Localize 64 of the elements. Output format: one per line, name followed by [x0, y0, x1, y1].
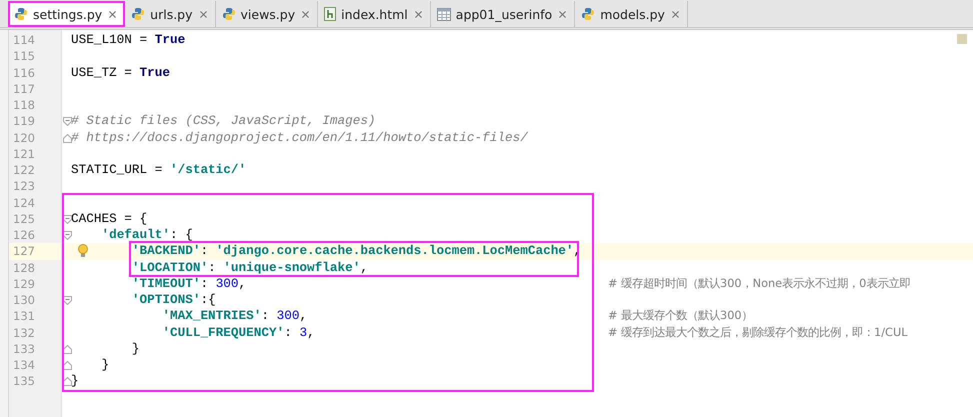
code-line: 'TIMEOUT': 300,	[132, 276, 246, 292]
close-icon[interactable]	[670, 8, 681, 20]
line-number: 132	[12, 324, 36, 341]
line-number: 120	[12, 130, 36, 146]
tab-label: app01_userinfo	[456, 6, 552, 22]
line-number: 124	[12, 194, 36, 211]
code-line: # https://docs.djangoproject.com/en/1.11/howto/static-files/	[71, 130, 528, 146]
close-icon[interactable]	[557, 8, 568, 20]
line-number: 122	[12, 162, 36, 178]
line-number: 127	[9, 243, 61, 260]
line-number: 115	[12, 48, 36, 64]
tab-label: models.py	[600, 6, 665, 22]
fold-marker-icon[interactable]	[63, 134, 72, 142]
code-comment: # 最大缓存个数（默认300）	[608, 308, 753, 324]
editor-tab[interactable]: views.py	[216, 1, 318, 27]
line-number: 128	[12, 260, 36, 276]
code-line: 'MAX_ENTRIES': 300,	[162, 308, 308, 324]
code-line: 'LOCATION': 'unique-snowflake',	[132, 260, 368, 276]
code-line: }	[101, 357, 110, 374]
html-file-icon	[324, 7, 336, 21]
code-line: }	[71, 373, 79, 390]
close-icon[interactable]	[107, 8, 118, 20]
code-line: STATIC_URL = '/static/'	[71, 162, 246, 178]
code-comment: # 缓存到达最大个数之后，剔除缓存个数的比例，即：1/CUL	[608, 324, 908, 340]
code-line: }	[132, 340, 140, 357]
python-file-icon	[222, 7, 236, 21]
python-file-icon	[581, 7, 596, 21]
line-number: 134	[12, 357, 36, 374]
line-number: 116	[12, 64, 36, 81]
line-number: 114	[12, 32, 36, 48]
code-line: USE_TZ = True	[71, 64, 170, 81]
close-icon[interactable]	[412, 8, 424, 20]
lightbulb-icon[interactable]	[78, 244, 88, 258]
line-number: 123	[12, 178, 36, 194]
line-number: 129	[12, 276, 36, 292]
line-number: 130	[12, 292, 36, 308]
line-number: 118	[12, 97, 36, 114]
line-number: 121	[12, 146, 36, 162]
code-line: CACHES = {	[71, 210, 148, 227]
editor-tab[interactable]: settings.py	[8, 1, 126, 27]
line-number: 126	[12, 227, 36, 244]
tab-label: settings.py	[33, 6, 102, 22]
line-number: 135	[12, 373, 36, 390]
line-number: 125	[12, 210, 36, 227]
code-line: USE_L10N = True	[71, 32, 186, 48]
tab-label: views.py	[240, 6, 296, 22]
table-icon	[436, 8, 451, 20]
fold-marker-icon[interactable]	[63, 117, 72, 126]
python-file-icon	[131, 7, 146, 21]
code-line: 'CULL_FREQUENCY': 3,	[162, 324, 315, 341]
line-number: 131	[12, 308, 36, 324]
line-number: 119	[12, 113, 36, 130]
tab-label: index.html	[341, 6, 408, 22]
python-file-icon	[14, 7, 28, 21]
line-number: 133	[12, 340, 36, 357]
close-icon[interactable]	[300, 8, 312, 20]
code-line: 'default': {	[101, 227, 193, 244]
line-number: 117	[12, 80, 36, 97]
close-icon[interactable]	[198, 8, 209, 20]
tab-label: urls.py	[150, 6, 193, 22]
status-marker-icon	[957, 34, 967, 44]
code-line: 'OPTIONS':{	[132, 292, 216, 308]
code-comment: # 缓存超时时间（默认300，None表示永不过期，0表示立即	[608, 276, 910, 292]
code-line: # Static files (CSS, JavaScript, Images)	[71, 113, 376, 130]
